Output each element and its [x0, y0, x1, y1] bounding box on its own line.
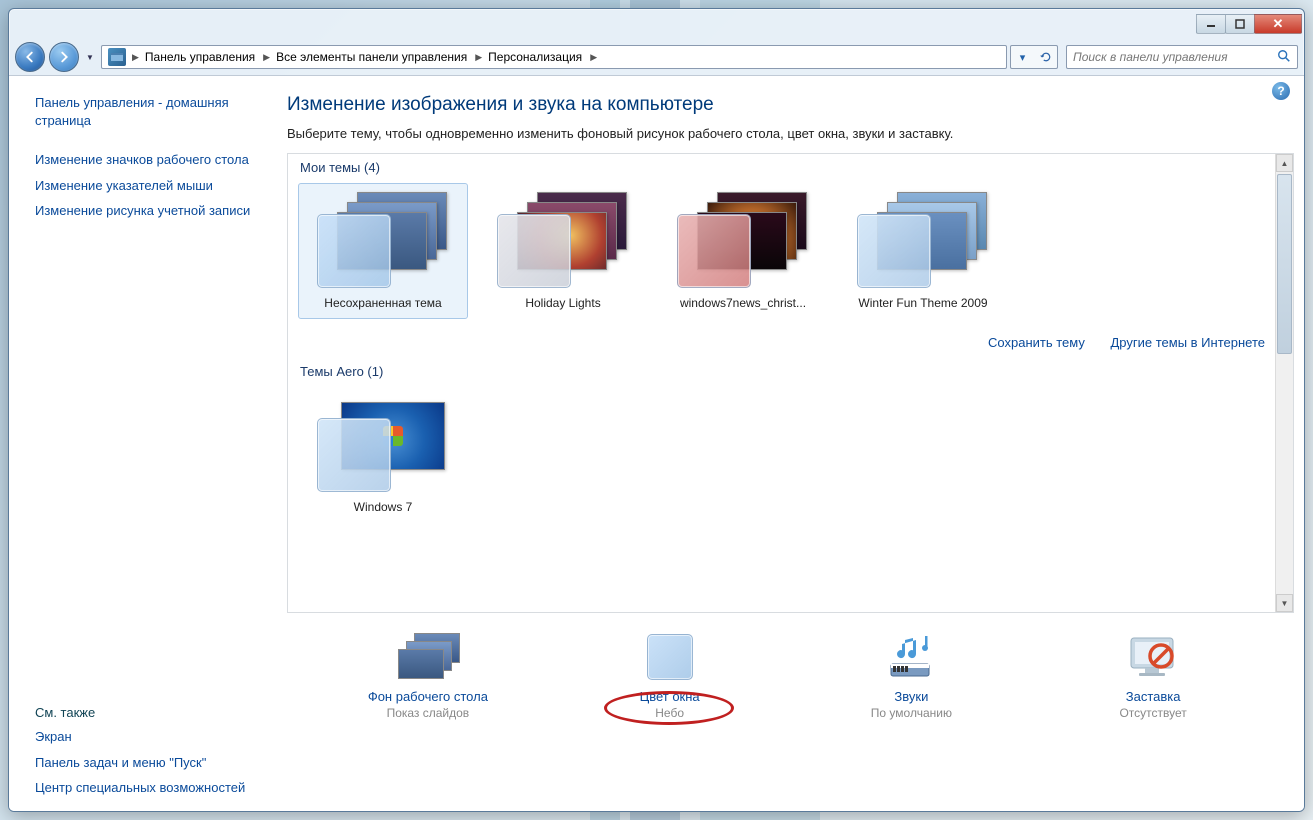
desktop-background-setting[interactable]: Фон рабочего стола Показ слайдов	[318, 631, 538, 720]
group-header-my-themes: Мои темы (4)	[288, 154, 1293, 179]
search-input[interactable]: Поиск в панели управления	[1066, 45, 1298, 69]
back-button[interactable]	[15, 42, 45, 72]
scroll-up-button[interactable]: ▲	[1276, 154, 1293, 172]
group-header-aero: Темы Aero (1)	[288, 358, 1293, 383]
save-theme-link[interactable]: Сохранить тему	[988, 335, 1085, 350]
chevron-right-icon: ▶	[473, 52, 484, 63]
page-subtitle: Выберите тему, чтобы одновременно измени…	[287, 126, 1294, 153]
navbar: ▼ ▶ Панель управления ▶ Все элементы пан…	[9, 39, 1304, 75]
theme-item[interactable]: windows7news_christ...	[658, 183, 828, 319]
theme-action-links: Сохранить тему Другие темы в Интернете	[288, 331, 1293, 358]
see-also-accessibility[interactable]: Центр специальных возможностей	[35, 775, 265, 801]
chevron-right-icon: ▶	[588, 52, 599, 63]
theme-thumbnail	[673, 190, 813, 290]
sounds-icon	[879, 631, 943, 683]
scroll-thumb[interactable]	[1277, 174, 1292, 354]
titlebar: ✕	[9, 9, 1304, 39]
theme-item[interactable]: Winter Fun Theme 2009	[838, 183, 1008, 319]
theme-label: Winter Fun Theme 2009	[858, 296, 987, 312]
theme-label: Windows 7	[354, 500, 413, 516]
screensaver-setting[interactable]: Заставка Отсутствует	[1043, 631, 1263, 720]
personalization-window: ✕ ▼ ▶ Панель управления ▶ Все элементы п…	[8, 8, 1305, 812]
history-down-button[interactable]: ▾	[1011, 51, 1034, 64]
theme-label: Несохраненная тема	[324, 296, 441, 312]
sounds-setting[interactable]: Звуки По умолчанию	[801, 631, 1021, 720]
setting-title: Цвет окна	[640, 689, 700, 704]
control-panel-home-link[interactable]: Панель управления - домашняя страница	[35, 90, 265, 133]
sidebar-link-desktop-icons[interactable]: Изменение значков рабочего стола	[35, 147, 265, 173]
content-area: Панель управления - домашняя страница Из…	[9, 75, 1304, 811]
setting-title: Звуки	[894, 689, 928, 704]
see-also-display[interactable]: Экран	[35, 724, 265, 750]
themes-list: Мои темы (4) Несохраненная тема	[287, 153, 1294, 613]
setting-value: Небо	[655, 706, 684, 720]
theme-thumbnail	[493, 190, 633, 290]
sidebar: Панель управления - домашняя страница Из…	[9, 76, 277, 811]
theme-thumbnail	[313, 190, 453, 290]
setting-title: Заставка	[1126, 689, 1181, 704]
setting-title: Фон рабочего стола	[368, 689, 488, 704]
chevron-right-icon: ▶	[130, 52, 141, 63]
chevron-right-icon: ▶	[261, 52, 272, 63]
address-bar[interactable]: ▶ Панель управления ▶ Все элементы панел…	[101, 45, 1007, 69]
breadcrumb[interactable]: Панель управления	[141, 50, 261, 64]
theme-thumbnail	[313, 394, 453, 494]
search-placeholder: Поиск в панели управления	[1073, 50, 1228, 64]
bottom-settings-row: Фон рабочего стола Показ слайдов Цвет ок…	[287, 613, 1294, 728]
theme-thumbnail	[853, 190, 993, 290]
maximize-button[interactable]	[1225, 14, 1255, 34]
history-dropdown[interactable]: ▼	[83, 47, 97, 67]
setting-value: Отсутствует	[1119, 706, 1186, 720]
close-button[interactable]: ✕	[1254, 14, 1302, 34]
control-panel-icon	[108, 48, 126, 66]
sidebar-link-account-picture[interactable]: Изменение рисунка учетной записи	[35, 198, 265, 224]
forward-button[interactable]	[49, 42, 79, 72]
scrollbar[interactable]: ▲ ▼	[1275, 154, 1293, 612]
setting-value: Показ слайдов	[387, 706, 470, 720]
sidebar-link-mouse-pointers[interactable]: Изменение указателей мыши	[35, 173, 265, 199]
help-icon[interactable]: ?	[1272, 82, 1290, 100]
see-also-taskbar[interactable]: Панель задач и меню "Пуск"	[35, 750, 265, 776]
address-tools: ▾	[1010, 45, 1058, 69]
see-also-heading: См. также	[35, 701, 265, 724]
window-color-setting[interactable]: Цвет окна Небо	[560, 631, 780, 720]
breadcrumb[interactable]: Все элементы панели управления	[272, 50, 473, 64]
theme-label: windows7news_christ...	[680, 296, 806, 312]
desktop-background-icon	[396, 631, 460, 683]
theme-item[interactable]: Windows 7	[298, 387, 468, 523]
search-icon	[1277, 49, 1291, 66]
setting-value: По умолчанию	[871, 706, 952, 720]
theme-label: Holiday Lights	[525, 296, 600, 312]
theme-item[interactable]: Holiday Lights	[478, 183, 648, 319]
window-color-icon	[638, 631, 702, 683]
theme-item[interactable]: Несохраненная тема	[298, 183, 468, 319]
page-title: Изменение изображения и звука на компьют…	[287, 90, 1294, 126]
refresh-button[interactable]	[1034, 51, 1057, 63]
minimize-button[interactable]	[1196, 14, 1226, 34]
main-panel: ? Изменение изображения и звука на компь…	[277, 76, 1304, 811]
scroll-down-button[interactable]: ▼	[1276, 594, 1293, 612]
online-themes-link[interactable]: Другие темы в Интернете	[1111, 335, 1266, 350]
breadcrumb[interactable]: Персонализация	[484, 50, 588, 64]
screensaver-icon	[1121, 631, 1185, 683]
